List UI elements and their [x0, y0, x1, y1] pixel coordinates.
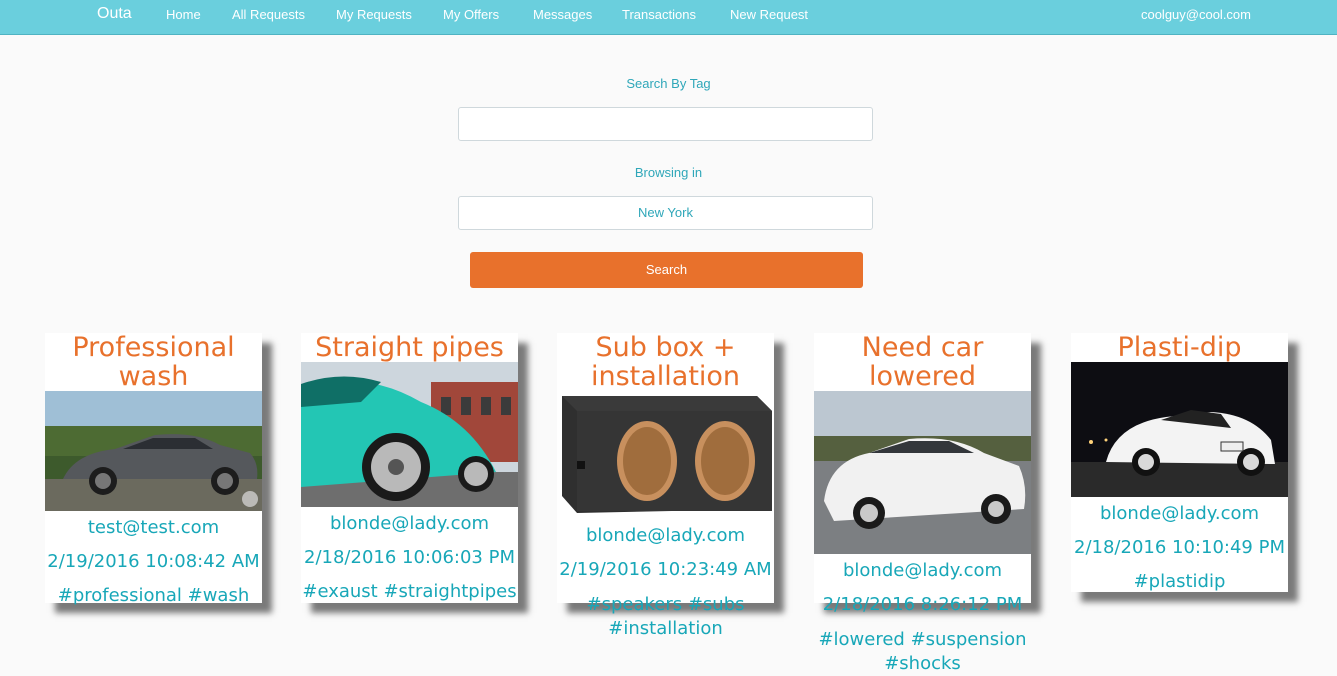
nav-all-requests[interactable]: All Requests — [232, 7, 305, 22]
car-image[interactable] — [814, 391, 1031, 554]
card-date: 2/19/2016 10:23:49 AM — [559, 559, 772, 580]
nav-new-request[interactable]: New Request — [730, 7, 808, 22]
car-image[interactable] — [301, 362, 518, 507]
nav-my-requests[interactable]: My Requests — [336, 7, 412, 22]
card-date: 2/18/2016 8:26:12 PM — [822, 594, 1023, 615]
search-button[interactable]: Search — [470, 252, 863, 288]
nav-my-offers[interactable]: My Offers — [443, 7, 499, 22]
brand-logo[interactable]: Outa — [97, 5, 132, 23]
card-date: 2/18/2016 10:10:49 PM — [1074, 537, 1285, 558]
user-email-link[interactable]: coolguy@cool.com — [1141, 7, 1251, 22]
search-tag-input[interactable] — [458, 107, 873, 141]
request-card[interactable]: Need car lowered blonde@lady.com 2/18/20… — [814, 333, 1031, 674]
car-image[interactable] — [1071, 362, 1288, 497]
request-card[interactable]: Sub box + installation blonde@lady.com 2… — [557, 333, 774, 639]
teal-porsche-photo — [301, 362, 518, 507]
browsing-in-label: Browsing in — [634, 165, 703, 180]
search-tag-label: Search By Tag — [626, 76, 711, 91]
location-input[interactable]: New York — [458, 196, 873, 230]
request-card[interactable]: Plasti-dip blonde@lady.com 2/18/2016 10:… — [1071, 333, 1288, 592]
nav-home[interactable]: Home — [166, 7, 201, 22]
card-tags[interactable]: #lowered #suspension #shocks — [814, 628, 1031, 676]
card-title[interactable]: Sub box + installation — [557, 333, 774, 391]
card-user[interactable]: test@test.com — [45, 511, 262, 545]
request-card[interactable]: Straight pipes blonde@lady.com 2/18/2016… — [301, 333, 518, 603]
card-user[interactable]: blonde@lady.com — [301, 507, 518, 541]
card-date: 2/18/2016 10:06:03 PM — [304, 547, 515, 568]
card-date: 2/19/2016 10:08:42 AM — [47, 551, 260, 572]
grey-sedan-photo — [45, 391, 262, 511]
nav-transactions[interactable]: Transactions — [622, 7, 696, 22]
card-user[interactable]: blonde@lady.com — [814, 554, 1031, 588]
card-title[interactable]: Straight pipes — [301, 333, 518, 362]
subwoofer-box-photo — [557, 391, 774, 519]
card-tags[interactable]: #exaust #straightpipes — [301, 575, 518, 609]
request-card[interactable]: Professional wash test@test.com 2/19/201… — [45, 333, 262, 606]
card-title[interactable]: Professional wash — [45, 333, 262, 391]
card-tags[interactable]: #plastidip — [1071, 565, 1288, 599]
top-navbar: Outa Home All Requests My Requests My Of… — [0, 0, 1337, 35]
card-title[interactable]: Need car lowered — [814, 333, 1031, 391]
white-350z-photo — [1071, 362, 1288, 497]
white-3000gt-photo — [814, 391, 1031, 554]
subwoofer-image[interactable] — [557, 391, 774, 519]
nav-messages[interactable]: Messages — [533, 7, 592, 22]
car-image[interactable] — [45, 391, 262, 511]
card-tags[interactable]: #professional #wash — [45, 579, 262, 613]
card-user[interactable]: blonde@lady.com — [1071, 497, 1288, 531]
card-user[interactable]: blonde@lady.com — [557, 519, 774, 553]
card-title[interactable]: Plasti-dip — [1071, 333, 1288, 362]
